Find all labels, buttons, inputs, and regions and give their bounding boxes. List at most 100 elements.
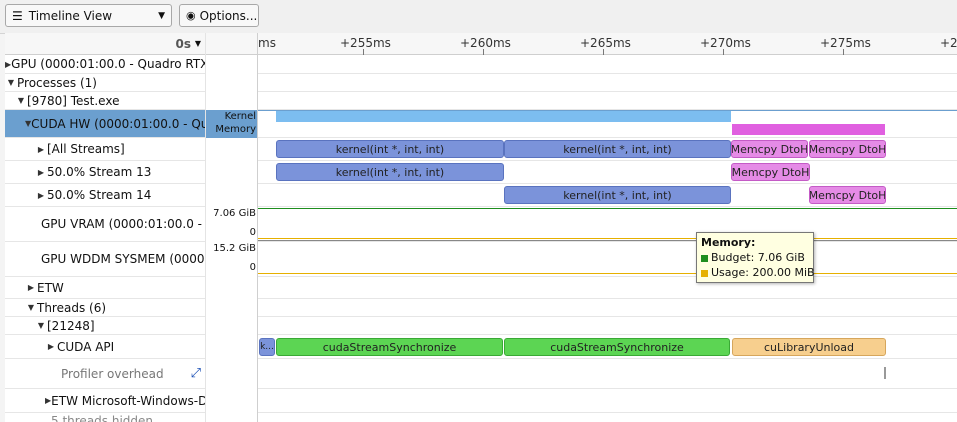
tooltip-budget-row: Budget: 7.06 GiB xyxy=(701,250,809,265)
kernel-bar[interactable]: kernel(int *, int, int) xyxy=(276,140,504,158)
usage-color-swatch xyxy=(701,269,708,277)
tick-label: +260ms xyxy=(460,36,511,50)
view-selector-dropdown[interactable]: ☰ Timeline View ▼ xyxy=(5,4,172,27)
lane-gpu-wddm xyxy=(258,242,957,277)
sysmem-max-label: 15.2 GiB xyxy=(213,243,256,254)
chevron-down-icon: ▼ xyxy=(158,10,165,21)
tree-row-label: ETW Microsoft-Windows-D xyxy=(51,393,205,408)
memory-lane-label: Memory xyxy=(215,124,256,135)
tree-row-threads[interactable]: ▼ Threads (6) xyxy=(5,299,205,317)
lane-profiler-overhead xyxy=(258,359,957,389)
cuda-hw-lane-labels: Kernel Memory xyxy=(206,110,258,138)
view-selector-label: Timeline View xyxy=(28,8,113,23)
tick-label: +270ms xyxy=(700,36,751,50)
lane-etw xyxy=(258,277,957,299)
cu-library-unload-bar[interactable]: cuLibraryUnload xyxy=(732,338,886,356)
tooltip-usage-row: Usage: 200.00 MiB xyxy=(701,265,815,280)
kernel-bar[interactable]: kernel(int *, int, int) xyxy=(276,163,504,181)
lane-labels-column: Kernel Memory 7.06 GiB 0 15.2 GiB 0 xyxy=(205,33,258,422)
tree-row-gpu[interactable]: ▶ GPU (0000:01:00.0 - Quadro RTX 4 xyxy=(5,55,205,74)
cuda-stream-synchronize-bar[interactable]: cudaStreamSynchronize xyxy=(504,338,730,356)
budget-color-swatch xyxy=(701,254,708,262)
collapse-icon[interactable]: ▼ xyxy=(25,303,37,312)
hamburger-menu-icon: ☰ xyxy=(12,8,23,23)
tree-panel: 0s ▼ ▶ GPU (0000:01:00.0 - Quadro RTX 4 … xyxy=(5,33,205,422)
time-origin-dropdown-icon[interactable]: ▼ xyxy=(195,39,201,48)
lane-process xyxy=(258,92,957,110)
expand-diagonal-icon[interactable]: ⤢ xyxy=(191,366,201,381)
memory-tooltip: Memory: Budget: 7.06 GiB Usage: 200.00 M… xyxy=(696,232,815,283)
tree-row-process-test[interactable]: ▼ [9780] Test.exe xyxy=(5,92,205,110)
kernel-bar[interactable]: kernel(int *, int, int) xyxy=(504,140,731,158)
tree-row-cuda-api[interactable]: ▶ CUDA API xyxy=(5,335,205,359)
vram-budget-line xyxy=(258,208,957,209)
kernel-bar[interactable]: kernel(int *, int, int) xyxy=(504,186,731,204)
kernel-summary-bar[interactable] xyxy=(276,111,731,122)
tooltip-budget: Budget: 7.06 GiB xyxy=(711,251,805,264)
tree-row-label: 50.0% Stream 14 xyxy=(47,188,152,202)
eye-icon: ◉ xyxy=(186,9,196,22)
tree-row-thread-21248[interactable]: ▼ [21248] xyxy=(5,317,205,335)
tree-row-gpu-wddm-sysmem[interactable]: GPU WDDM SYSMEM (0000:01 xyxy=(5,242,205,277)
profiler-overhead-marker[interactable] xyxy=(884,367,886,379)
toolbar: ☰ Timeline View ▼ ◉ Options... xyxy=(0,0,957,34)
collapse-icon[interactable]: ▼ xyxy=(15,96,27,105)
memcpy-bar[interactable]: Memcpy DtoH xyxy=(809,186,886,204)
options-button[interactable]: ◉ Options... xyxy=(179,4,259,27)
lane-gpu xyxy=(258,55,957,74)
lane-labels-header xyxy=(206,33,258,55)
timeline-area[interactable]: ms +255ms +260ms +265ms +270ms +275ms +2… xyxy=(257,33,957,422)
tree-row-all-streams[interactable]: ▶ [All Streams] xyxy=(5,138,205,161)
tree-row-profiler-overhead[interactable]: Profiler overhead ⤢ xyxy=(5,359,205,389)
tree-row-label: Profiler overhead xyxy=(61,366,164,381)
cuda-stream-synchronize-bar[interactable]: cudaStreamSynchronize xyxy=(276,338,503,356)
expand-icon[interactable]: ▶ xyxy=(35,145,47,154)
kernel-lane-label: Kernel xyxy=(224,111,256,122)
expand-icon[interactable]: ▶ xyxy=(35,191,47,200)
vram-min-label: 0 xyxy=(249,227,256,238)
tooltip-title: Memory: xyxy=(701,236,756,249)
lane-etw-windows xyxy=(258,389,957,413)
memcpy-bar[interactable]: Memcpy DtoH xyxy=(731,163,810,181)
lane-thread xyxy=(258,317,957,335)
expand-icon[interactable]: ▶ xyxy=(25,283,37,292)
tree-row-etw-windows[interactable]: ▶ ETW Microsoft-Windows-D xyxy=(5,389,205,413)
memcpy-bar[interactable]: Memcpy DtoH xyxy=(731,140,808,158)
tree-row-label: 5 threads hidden... xyxy=(51,413,165,422)
tree-row-hidden-threads[interactable]: 5 threads hidden... xyxy=(5,413,205,422)
tick-label: +275ms xyxy=(820,36,871,50)
tree-row-etw[interactable]: ▶ ETW xyxy=(5,277,205,299)
tree-row-label: [9780] Test.exe xyxy=(27,93,120,108)
expand-icon[interactable]: ▶ xyxy=(35,168,47,177)
tree-row-gpu-vram[interactable]: GPU VRAM (0000:01:00.0 - Qu xyxy=(5,207,205,242)
tree-row-label: CUDA API xyxy=(57,339,115,354)
vram-usage-line xyxy=(258,238,957,239)
tree-row-label: GPU (0000:01:00.0 - Quadro RTX 4 xyxy=(11,57,205,71)
tree-row-label: Threads (6) xyxy=(37,300,107,315)
lane-processes xyxy=(258,74,957,92)
tree-row-label: GPU VRAM (0000:01:00.0 - Qu xyxy=(41,217,205,231)
sysmem-usage-line xyxy=(258,273,957,274)
collapse-icon[interactable]: ▼ xyxy=(5,78,17,87)
tick-label: +255ms xyxy=(340,36,391,50)
tree-row-label: Processes (1) xyxy=(17,75,97,90)
time-ruler[interactable]: ms +255ms +260ms +265ms +270ms +275ms +2… xyxy=(258,33,957,55)
tree-row-processes[interactable]: ▼ Processes (1) xyxy=(5,74,205,92)
memory-summary-bar[interactable] xyxy=(732,124,885,135)
truncated-api-bar[interactable]: k... xyxy=(259,338,275,356)
memcpy-bar[interactable]: Memcpy DtoH xyxy=(809,140,886,158)
options-button-label: Options... xyxy=(199,8,258,23)
tree-row-stream-14[interactable]: ▶ 50.0% Stream 14 xyxy=(5,184,205,207)
time-origin-label: 0s xyxy=(175,37,192,51)
tree-header: 0s ▼ xyxy=(5,33,205,55)
tick-label: ms xyxy=(258,36,276,50)
tree-row-label: [All Streams] xyxy=(47,142,125,156)
lane-threads xyxy=(258,299,957,317)
tree-row-label: 50.0% Stream 13 xyxy=(47,165,152,179)
expand-icon[interactable]: ▶ xyxy=(45,342,57,351)
tree-row-stream-13[interactable]: ▶ 50.0% Stream 13 xyxy=(5,161,205,184)
vram-max-label: 7.06 GiB xyxy=(213,208,256,219)
tree-row-cuda-hw[interactable]: ▼ CUDA HW (0000:01:00.0 - Qua xyxy=(5,110,205,138)
collapse-icon[interactable]: ▼ xyxy=(35,321,47,330)
sysmem-min-label: 0 xyxy=(249,262,256,273)
